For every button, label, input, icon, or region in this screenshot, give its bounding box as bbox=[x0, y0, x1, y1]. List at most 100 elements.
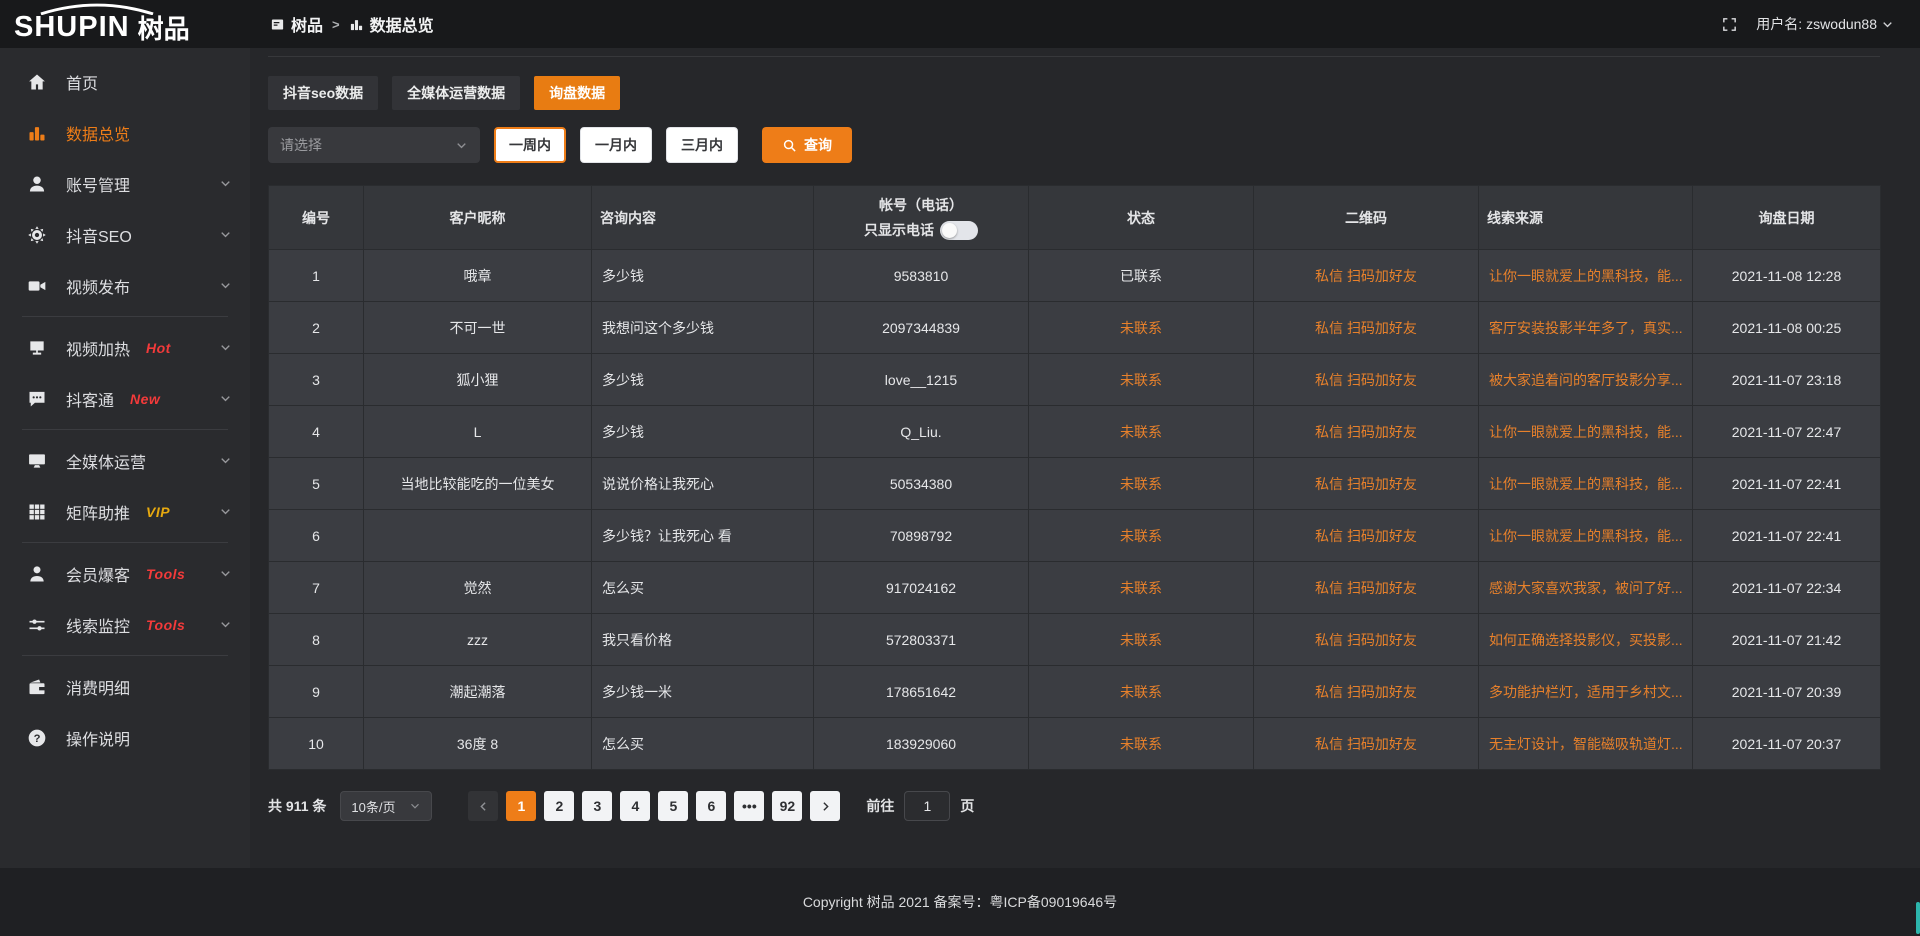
total-count: 共 911 条 bbox=[268, 796, 326, 816]
page-size-select[interactable]: 10条/页 bbox=[340, 791, 432, 821]
sidebar-item-douyin-seo[interactable]: 抖音SEO bbox=[0, 209, 250, 260]
sidebar-item-video-publish[interactable]: 视频发布 bbox=[0, 260, 250, 311]
cell-source-link[interactable]: 多功能护栏灯，适用于乡村文... bbox=[1479, 666, 1693, 718]
sidebar-item-data-overview[interactable]: 数据总览 bbox=[0, 107, 250, 158]
private-message-link[interactable]: 私信 bbox=[1315, 268, 1343, 284]
breadcrumb-item-home[interactable]: 树品 bbox=[270, 12, 323, 36]
private-message-link[interactable]: 私信 bbox=[1315, 476, 1343, 492]
cell-source-link[interactable]: 如何正确选择投影仪，买投影... bbox=[1479, 614, 1693, 666]
cell-source-link[interactable]: 无主灯设计，智能磁吸轨道灯... bbox=[1479, 718, 1693, 770]
page-button-6[interactable]: 6 bbox=[696, 791, 726, 821]
user-icon bbox=[27, 174, 47, 194]
chevron-down-icon bbox=[409, 800, 421, 812]
heat-icon bbox=[27, 338, 47, 358]
sidebar-badge: Hot bbox=[146, 340, 171, 356]
cell-source-link[interactable]: 感谢大家喜欢我家，被问了好... bbox=[1479, 562, 1693, 614]
page-button-2[interactable]: 2 bbox=[544, 791, 574, 821]
account-select[interactable]: 请选择 bbox=[268, 127, 480, 163]
col-status: 状态 bbox=[1029, 186, 1254, 250]
page-button-3[interactable]: 3 bbox=[582, 791, 612, 821]
scan-add-friend-link[interactable]: 扫码加好友 bbox=[1347, 268, 1417, 284]
tab-inquiry-data[interactable]: 询盘数据 bbox=[534, 76, 620, 110]
goto-page-input[interactable] bbox=[904, 791, 950, 821]
cell-qrcode: 私信 扫码加好友 bbox=[1254, 250, 1479, 302]
logo-arc bbox=[38, 3, 156, 15]
fullscreen-icon[interactable] bbox=[1721, 16, 1738, 33]
private-message-link[interactable]: 私信 bbox=[1315, 372, 1343, 388]
col-nickname: 客户昵称 bbox=[364, 186, 592, 250]
tab-douyin-seo-data[interactable]: 抖音seo数据 bbox=[268, 76, 378, 110]
scan-add-friend-link[interactable]: 扫码加好友 bbox=[1347, 528, 1417, 544]
cell-source-link[interactable]: 让你一眼就爱上的黑科技，能... bbox=[1479, 406, 1693, 458]
cell-source-link[interactable]: 让你一眼就爱上的黑科技，能... bbox=[1479, 458, 1693, 510]
cell-nickname: 36度 8 bbox=[364, 718, 592, 770]
scan-add-friend-link[interactable]: 扫码加好友 bbox=[1347, 736, 1417, 752]
chevron-down-icon bbox=[219, 618, 232, 631]
topbar-right: 用户名: zswodun88 bbox=[1721, 14, 1920, 34]
range-button-0[interactable]: 一周内 bbox=[494, 127, 566, 163]
page-button-5[interactable]: 5 bbox=[658, 791, 688, 821]
private-message-link[interactable]: 私信 bbox=[1315, 320, 1343, 336]
cell-id: 9 bbox=[269, 666, 364, 718]
sidebar-item-account-management[interactable]: 账号管理 bbox=[0, 158, 250, 209]
status-badge: 未联系 bbox=[1120, 320, 1162, 336]
private-message-link[interactable]: 私信 bbox=[1315, 632, 1343, 648]
cell-account: 917024162 bbox=[814, 562, 1029, 614]
scan-add-friend-link[interactable]: 扫码加好友 bbox=[1347, 632, 1417, 648]
user-menu[interactable]: 用户名: zswodun88 bbox=[1756, 14, 1894, 34]
sidebar-item-douketong[interactable]: 抖客通 New bbox=[0, 373, 250, 424]
scan-add-friend-link[interactable]: 扫码加好友 bbox=[1347, 424, 1417, 440]
sidebar-item-lead-monitor[interactable]: 线索监控 Tools bbox=[0, 599, 250, 650]
cell-date: 2021-11-08 00:25 bbox=[1693, 302, 1881, 354]
page-ellipsis[interactable]: ••• bbox=[734, 791, 764, 821]
scan-add-friend-link[interactable]: 扫码加好友 bbox=[1347, 684, 1417, 700]
sidebar-item-consumption-detail[interactable]: 消费明细 bbox=[0, 661, 250, 712]
phone-only-toggle[interactable] bbox=[940, 221, 978, 240]
sidebar-item-member-burst[interactable]: 会员爆客 Tools bbox=[0, 548, 250, 599]
sidebar-item-video-heat[interactable]: 视频加热 Hot bbox=[0, 322, 250, 373]
table-row: 8 zzz 我只看价格 572803371 未联系 私信 扫码加好友 如何正确选… bbox=[269, 614, 1881, 666]
cell-source-link[interactable]: 让你一眼就爱上的黑科技，能... bbox=[1479, 250, 1693, 302]
gear-icon bbox=[27, 225, 47, 245]
sidebar-item-operation-guide[interactable]: ? 操作说明 bbox=[0, 712, 250, 763]
tab-omni-media-data[interactable]: 全媒体运营数据 bbox=[392, 76, 520, 110]
scan-add-friend-link[interactable]: 扫码加好友 bbox=[1347, 372, 1417, 388]
sidebar-item-omni-media[interactable]: 全媒体运营 bbox=[0, 435, 250, 486]
private-message-link[interactable]: 私信 bbox=[1315, 528, 1343, 544]
scan-add-friend-link[interactable]: 扫码加好友 bbox=[1347, 320, 1417, 336]
page-button-1[interactable]: 1 bbox=[506, 791, 536, 821]
prev-page-button[interactable] bbox=[468, 791, 498, 821]
scan-add-friend-link[interactable]: 扫码加好友 bbox=[1347, 476, 1417, 492]
scrollbar-thumb[interactable] bbox=[1916, 902, 1920, 934]
private-message-link[interactable]: 私信 bbox=[1315, 736, 1343, 752]
next-page-button[interactable] bbox=[810, 791, 840, 821]
private-message-link[interactable]: 私信 bbox=[1315, 684, 1343, 700]
chevron-down-icon bbox=[219, 454, 232, 467]
private-message-link[interactable]: 私信 bbox=[1315, 580, 1343, 596]
page-button-4[interactable]: 4 bbox=[620, 791, 650, 821]
table-row: 5 当地比较能吃的一位美女 说说价格让我死心 50534380 未联系 私信 扫… bbox=[269, 458, 1881, 510]
goto-label: 前往 bbox=[866, 796, 894, 816]
breadcrumb-item-current[interactable]: 数据总览 bbox=[349, 12, 434, 36]
cell-source-link[interactable]: 客厅安装投影半年多了，真实... bbox=[1479, 302, 1693, 354]
cell-account: 9583810 bbox=[814, 250, 1029, 302]
cell-id: 3 bbox=[269, 354, 364, 406]
sidebar-divider bbox=[22, 316, 228, 317]
range-button-1[interactable]: 一月内 bbox=[580, 127, 652, 163]
range-button-2[interactable]: 三月内 bbox=[666, 127, 738, 163]
scan-add-friend-link[interactable]: 扫码加好友 bbox=[1347, 580, 1417, 596]
cell-account: Q_Liu. bbox=[814, 406, 1029, 458]
chat-icon bbox=[27, 389, 47, 409]
cell-source-link[interactable]: 被大家追着问的客厅投影分享... bbox=[1479, 354, 1693, 406]
cell-qrcode: 私信 扫码加好友 bbox=[1254, 406, 1479, 458]
cell-source-link[interactable]: 让你一眼就爱上的黑科技，能... bbox=[1479, 510, 1693, 562]
page-button-92[interactable]: 92 bbox=[772, 791, 802, 821]
cell-account: 2097344839 bbox=[814, 302, 1029, 354]
cell-status: 未联系 bbox=[1029, 302, 1254, 354]
private-message-link[interactable]: 私信 bbox=[1315, 424, 1343, 440]
chevron-down-icon bbox=[219, 279, 232, 292]
cell-account: love__1215 bbox=[814, 354, 1029, 406]
query-button[interactable]: 查询 bbox=[762, 127, 852, 163]
sidebar-item-matrix-boost[interactable]: 矩阵助推 VIP bbox=[0, 486, 250, 537]
sidebar-item-home[interactable]: 首页 bbox=[0, 56, 250, 107]
